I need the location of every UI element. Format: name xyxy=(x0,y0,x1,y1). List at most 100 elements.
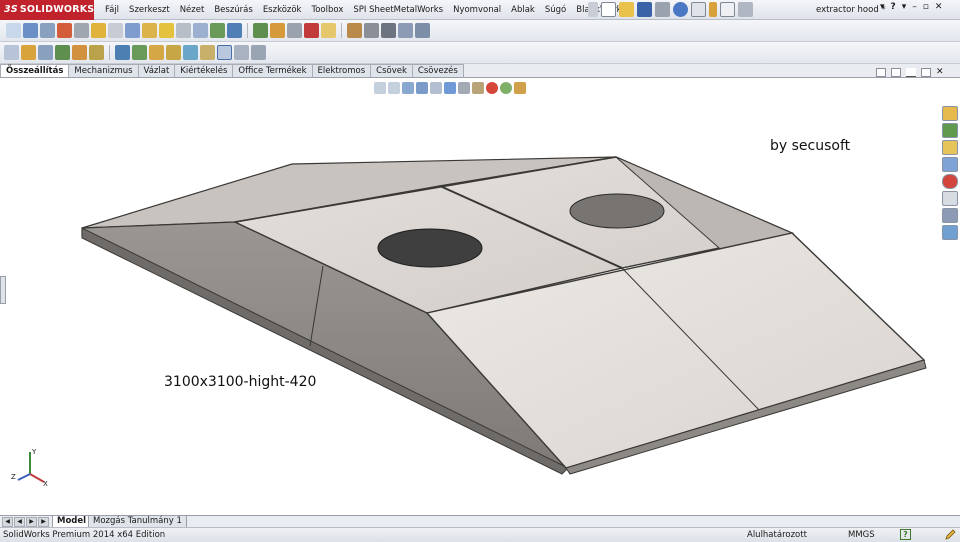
exploded-view-icon[interactable] xyxy=(183,45,198,60)
solidworks-logo[interactable]: 3S SOLIDWORKS xyxy=(0,0,94,20)
move-component-icon[interactable] xyxy=(72,45,87,60)
last-tab-icon[interactable]: ▶ xyxy=(38,517,49,527)
bom-icon[interactable] xyxy=(415,23,430,38)
apply-scene-icon[interactable] xyxy=(500,82,512,94)
chamfer-icon[interactable] xyxy=(287,23,302,38)
tab-electrical[interactable]: Elektromos xyxy=(311,64,372,77)
pin-icon[interactable] xyxy=(588,2,598,17)
zoom-to-fit-icon[interactable] xyxy=(374,82,386,94)
sum-icon[interactable] xyxy=(125,23,140,38)
sketch-icon[interactable] xyxy=(253,23,268,38)
feature-manager-collapse-handle[interactable] xyxy=(0,276,6,304)
flange-icon[interactable] xyxy=(381,23,396,38)
smart-fasteners-icon[interactable] xyxy=(38,45,53,60)
warning-icon[interactable] xyxy=(159,23,174,38)
menu-view[interactable]: Nézet xyxy=(175,5,210,15)
menu-insert[interactable]: Beszúrás xyxy=(209,5,257,15)
next-tab-icon[interactable]: ▶ xyxy=(26,517,37,527)
menu-routing[interactable]: Nyomvonal xyxy=(448,5,506,15)
rebuild-icon[interactable] xyxy=(709,2,717,17)
spellcheck-icon[interactable] xyxy=(6,23,21,38)
help-dropdown-icon[interactable]: ▾ xyxy=(902,2,907,12)
menu-help[interactable]: Súgó xyxy=(540,5,571,15)
prev-tab-icon[interactable]: ◀ xyxy=(14,517,25,527)
toolbox-icon[interactable] xyxy=(942,208,958,223)
new-document-icon[interactable] xyxy=(601,2,616,17)
custom-properties-icon[interactable] xyxy=(942,191,958,206)
menu-window[interactable]: Ablak xyxy=(506,5,540,15)
photoview-icon[interactable] xyxy=(321,23,336,38)
section-view-icon[interactable] xyxy=(416,82,428,94)
instant3d-icon[interactable] xyxy=(217,45,232,60)
triangle-icon[interactable] xyxy=(142,23,157,38)
print-icon[interactable] xyxy=(655,2,670,17)
restore-icon[interactable]: ▫ xyxy=(923,2,929,12)
check-icon[interactable] xyxy=(91,23,106,38)
search-dropdown-icon[interactable]: ▾ xyxy=(880,2,885,12)
tab-sketch[interactable]: Vázlat xyxy=(137,64,176,77)
viewport-close-icon[interactable]: ✕ xyxy=(936,68,944,77)
tab-piping[interactable]: Csövek xyxy=(370,64,413,77)
section-icon[interactable] xyxy=(74,23,89,38)
dynamic-annotation-icon[interactable] xyxy=(430,82,442,94)
tab-office-products[interactable]: Office Termékek xyxy=(232,64,313,77)
menu-tools[interactable]: Eszközök xyxy=(258,5,307,15)
tab-assembly[interactable]: Összeállítás xyxy=(0,64,70,77)
display-style-icon[interactable] xyxy=(458,82,470,94)
first-tab-icon[interactable]: ◀ xyxy=(2,517,13,527)
view-orientation-icon[interactable] xyxy=(444,82,456,94)
hole-wizard-icon[interactable] xyxy=(210,23,225,38)
unit-system[interactable]: MMGS xyxy=(848,528,875,542)
exhaust-hole-right[interactable] xyxy=(569,193,665,229)
mass-properties-icon[interactable] xyxy=(40,23,55,38)
open-folder-icon[interactable] xyxy=(619,2,634,17)
zoom-to-area-icon[interactable] xyxy=(388,82,400,94)
menu-edit[interactable]: Szerkeszt xyxy=(124,5,175,15)
exhaust-hole-left[interactable] xyxy=(377,228,483,268)
explode-line-icon[interactable] xyxy=(200,45,215,60)
measure-icon[interactable] xyxy=(23,23,38,38)
new-motion-study-icon[interactable] xyxy=(149,45,164,60)
menu-toolbox[interactable]: Toolbox xyxy=(306,5,348,15)
close-icon[interactable]: ✕ xyxy=(935,2,943,12)
viewport-minimize-icon[interactable] xyxy=(906,68,916,77)
view-settings-icon[interactable] xyxy=(514,82,526,94)
show-hidden-icon[interactable] xyxy=(89,45,104,60)
appearances-icon[interactable] xyxy=(942,174,958,189)
bill-of-materials-icon[interactable] xyxy=(166,45,181,60)
interference-icon[interactable] xyxy=(57,23,72,38)
design-library-icon[interactable] xyxy=(942,123,958,138)
pipe-icon[interactable] xyxy=(364,23,379,38)
forum-icon[interactable] xyxy=(942,225,958,240)
update-icon[interactable] xyxy=(234,45,249,60)
move-icon[interactable] xyxy=(176,23,191,38)
fitting-icon[interactable] xyxy=(398,23,413,38)
tab-tubing[interactable]: Csövezés xyxy=(411,64,464,77)
hide-show-items-icon[interactable] xyxy=(472,82,484,94)
minimize-icon[interactable]: – xyxy=(912,2,917,12)
export-icon[interactable] xyxy=(227,23,242,38)
file-explorer-icon[interactable] xyxy=(942,140,958,155)
route-icon[interactable] xyxy=(347,23,362,38)
save-icon[interactable] xyxy=(637,2,652,17)
view-palette-icon[interactable] xyxy=(942,157,958,172)
edit-appearance-icon[interactable] xyxy=(486,82,498,94)
pencil-icon[interactable] xyxy=(944,529,956,541)
select-arrow-icon[interactable] xyxy=(691,2,706,17)
menu-file[interactable]: Fájl xyxy=(100,5,124,15)
split-view-icon[interactable] xyxy=(876,68,886,77)
mate-icon[interactable] xyxy=(21,45,36,60)
pattern-icon[interactable] xyxy=(55,45,70,60)
snapshot-icon[interactable] xyxy=(251,45,266,60)
solidworks-resources-icon[interactable] xyxy=(942,106,958,121)
tile-view-icon[interactable] xyxy=(891,68,901,77)
options-icon[interactable] xyxy=(738,2,753,17)
help-icon[interactable]: ? xyxy=(891,2,896,12)
copy-icon[interactable] xyxy=(193,23,208,38)
fillet-icon[interactable] xyxy=(270,23,285,38)
reference-geometry-icon[interactable] xyxy=(132,45,147,60)
viewport-restore-icon[interactable] xyxy=(921,68,931,77)
appearance-icon[interactable] xyxy=(304,23,319,38)
insert-component-icon[interactable] xyxy=(4,45,19,60)
tab-evaluate[interactable]: Kiértékelés xyxy=(174,64,234,77)
